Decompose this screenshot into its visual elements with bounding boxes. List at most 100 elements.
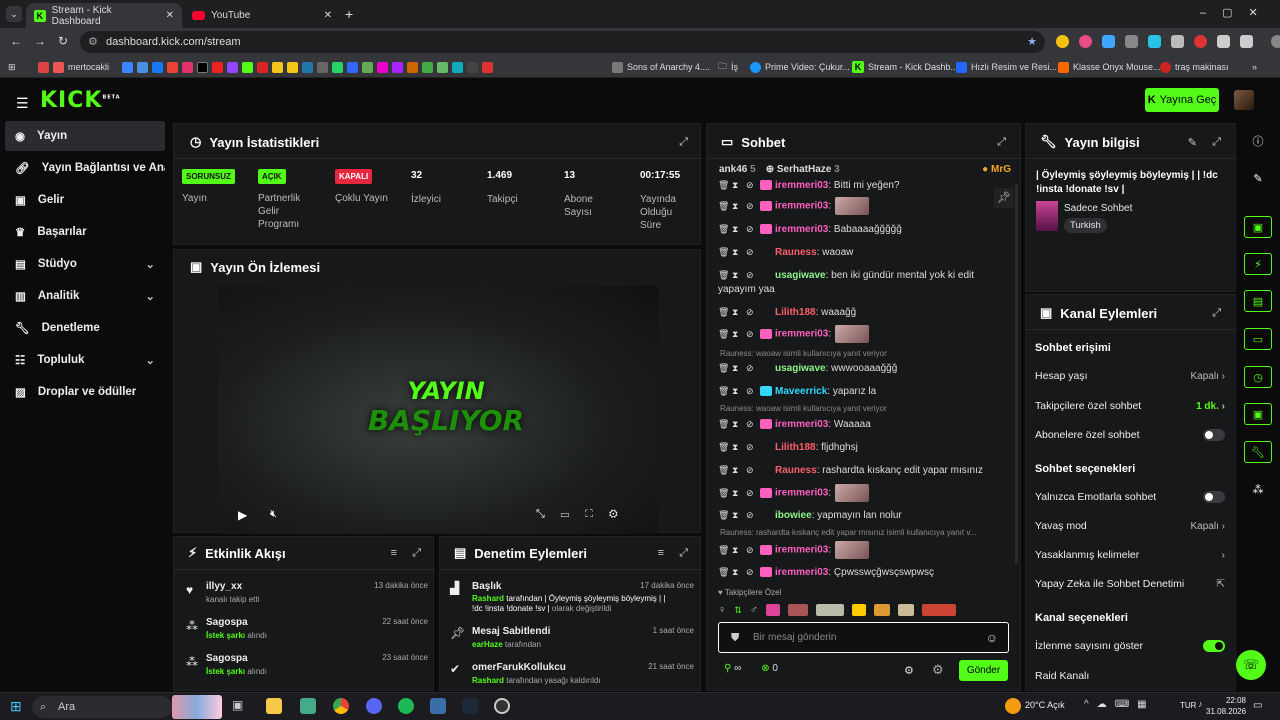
app-icon[interactable] [430, 698, 446, 714]
row-follower-only[interactable]: Takipçilere özel sohbet 1 dk. › [1035, 400, 1225, 412]
bookmark-resim[interactable]: Hızlı Resim ve Resi... [956, 59, 1057, 75]
puzzle-icon[interactable]: ⁂ [1244, 478, 1272, 500]
video-player[interactable]: YAYIN BAŞLIYOR ▶ 🔇︎ ⤡▭⛶⚙ [218, 286, 658, 534]
bookmark-folder-is[interactable]: 🗀 İş [718, 59, 738, 75]
mod-action-icons[interactable]: 🗑︎ ⧗ ⊘ [718, 270, 760, 281]
new-tab-icon[interactable]: + [345, 6, 353, 22]
chat-username[interactable]: iremmeri03 [775, 329, 828, 340]
row-raid-channel[interactable]: Raid Kanalı [1035, 670, 1225, 682]
file-explorer-icon[interactable] [266, 698, 282, 714]
chat-message[interactable]: 🗑︎ ⧗ ⊘ iremmeri03: [718, 541, 1008, 559]
windows-start-icon[interactable]: ⊞ [10, 698, 22, 715]
mod-action-icons[interactable]: 🗑︎ ⧗ ⊘ [718, 201, 760, 212]
emote-icon[interactable] [852, 604, 867, 616]
info-icon[interactable]: ⓘ [1244, 130, 1272, 152]
extension-icon[interactable] [1102, 35, 1115, 48]
chat-message[interactable]: 🗑︎ ⧗ ⊘ usagiwave: ben iki gündür mental yok… [718, 268, 1008, 297]
language-indicator[interactable]: TUR [1180, 701, 1196, 710]
discord-icon[interactable] [366, 698, 382, 714]
chat-username[interactable]: Rauness [775, 465, 817, 476]
chat-icon[interactable]: ▭ [1244, 328, 1272, 350]
clock[interactable]: 22:08 31.08.2026 [1206, 695, 1246, 717]
settings-icon[interactable]: ⚙ [904, 664, 914, 677]
chat-username[interactable]: Rauness [775, 247, 817, 258]
extension-icon[interactable] [1194, 35, 1207, 48]
sidebar-item-basarilar[interactable]: ♛ Başarılar [5, 217, 165, 247]
mod-action-icons[interactable]: 🗑︎ ⧗ ⊘ [718, 224, 760, 235]
extensions-puzzle-icon[interactable] [1217, 35, 1230, 48]
obs-icon[interactable] [494, 698, 510, 714]
emote-icon[interactable] [922, 604, 957, 616]
kick-logo[interactable]: KICKBETA [40, 88, 121, 113]
steam-icon[interactable] [462, 698, 478, 714]
hamburger-menu-icon[interactable]: ☰ [16, 95, 29, 112]
close-tab-icon[interactable]: ✕ [324, 10, 332, 21]
chrome-icon[interactable] [333, 698, 349, 714]
emote-icon[interactable] [788, 604, 809, 616]
user-avatar[interactable] [1234, 90, 1254, 110]
sidebar-item-studyo[interactable]: ▤ Stüdyo ⌄ [5, 249, 165, 279]
chat-message[interactable]: 🗑︎ ⧗ ⊘ iremmeri03: [718, 325, 1008, 343]
expand-icon[interactable]: ⤢ [412, 547, 421, 560]
emote-icon[interactable]: ♂ [750, 604, 758, 616]
chat-username[interactable]: iremmeri03 [775, 180, 828, 191]
bookmark-klasse[interactable]: Klasse Onyx Mouse... [1058, 59, 1161, 75]
bookmark-star-icon[interactable]: ★ [1027, 31, 1037, 53]
window-controls[interactable]: –▢✕ [1200, 6, 1274, 19]
bookmark-prime-video[interactable]: Prime Video: Çukur... [750, 59, 850, 75]
mod-action-icons[interactable]: 🗑︎ ⧗ ⊘ [718, 363, 760, 374]
chat-username[interactable]: iremmeri03 [775, 567, 828, 578]
sub-only-toggle[interactable] [1203, 429, 1225, 441]
mod-action-icons[interactable]: 🗑︎ ⧗ ⊘ [718, 419, 760, 430]
extension-icon[interactable] [1079, 35, 1092, 48]
close-tab-icon[interactable]: ✕ [166, 10, 174, 21]
address-bar[interactable]: ⚙ dashboard.kick.com/stream ★ [80, 31, 1045, 53]
bolt-icon[interactable]: ⚡︎ [1244, 253, 1272, 275]
emote-icon[interactable]: ⇅ [734, 605, 742, 616]
mod-action-icons[interactable]: 🗑︎ ⧗ ⊘ [718, 307, 760, 318]
bookmark-tras[interactable]: traş makinası [1160, 59, 1229, 75]
bookmark-icons[interactable] [122, 59, 493, 75]
mod-action-icons[interactable]: 🗑︎ ⧗ ⊘ [718, 442, 760, 453]
bookmark-sons-of-anarchy[interactable]: Sons of Anarchy 4.... [612, 59, 710, 75]
tab-youtube[interactable]: YouTube ✕ [184, 3, 340, 28]
chat-message[interactable]: 🗑︎ ⧗ ⊘ iremmeri03: Waaaaa [718, 417, 1008, 432]
mod-action-icons[interactable]: 🗑︎ ⧗ ⊘ [718, 545, 760, 556]
site-info-icon[interactable]: ⚙ [88, 31, 98, 53]
expand-icon[interactable]: ⤢ [1212, 307, 1221, 320]
system-tray[interactable]: ^☁⌨▦ [1084, 699, 1155, 710]
emote-icon[interactable] [766, 604, 781, 616]
bookmark-mertocakli[interactable]: mertocakli [38, 59, 109, 75]
volume-icon[interactable]: ♪ [1198, 699, 1203, 709]
sidebar-icon[interactable] [1240, 35, 1253, 48]
row-ai-moderation[interactable]: Yapay Zeka ile Sohbet Denetimi ⇱ [1035, 578, 1225, 590]
emote-icon[interactable]: ♀ [718, 604, 726, 616]
row-banned-words[interactable]: Yasaklanmış kelimeler › [1035, 549, 1225, 561]
chat-username[interactable]: ibowiee [775, 510, 812, 521]
extension-icon[interactable] [1125, 35, 1138, 48]
row-account-age[interactable]: Hesap yaşı Kapalı › [1035, 370, 1225, 382]
filter-icon[interactable]: ≡ [391, 547, 397, 559]
expand-icon[interactable]: ⤢ [679, 136, 688, 149]
mod-action-icons[interactable]: 🗑︎ ⧗ ⊘ [718, 329, 760, 340]
profile-avatar[interactable] [1271, 35, 1280, 48]
edit-icon[interactable]: ✎ [1188, 136, 1197, 149]
chat-message[interactable]: 🗑︎ ⧗ ⊘ Lilith188: waaağğ [718, 305, 1008, 320]
chat-message[interactable]: 🗑︎ ⧗ ⊘ iremmeri03: Çpwsswçğwsçswpwsç [718, 565, 1008, 580]
tab-kick-dashboard[interactable]: K Stream - Kick Dashboard ✕ [26, 3, 182, 28]
extension-icon[interactable] [1148, 35, 1161, 48]
emote-icon[interactable] [874, 604, 891, 616]
mod-action-icons[interactable]: 🗑︎ ⧗ ⊘ [718, 488, 760, 499]
list-icon[interactable]: ▤ [1244, 290, 1272, 312]
mod-action-icons[interactable]: 🗑︎ ⧗ ⊘ [718, 386, 760, 397]
gear-icon[interactable]: ⚙ [932, 662, 944, 678]
emote-only-toggle[interactable] [1203, 491, 1225, 503]
chat-scrollbar[interactable] [1015, 184, 1018, 564]
briefcase-icon[interactable]: ▣ [1244, 403, 1272, 425]
send-button[interactable]: Gönder [959, 660, 1008, 681]
chat-username[interactable]: iremmeri03 [775, 545, 828, 556]
filter-icon[interactable]: ≡ [658, 547, 664, 559]
mod-action-icons[interactable]: 🗑︎ ⧗ ⊘ [718, 567, 760, 578]
weather-text[interactable]: 20°C Açık [1025, 700, 1065, 710]
sidebar-item-yayin[interactable]: ◉ Yayın [5, 121, 165, 151]
